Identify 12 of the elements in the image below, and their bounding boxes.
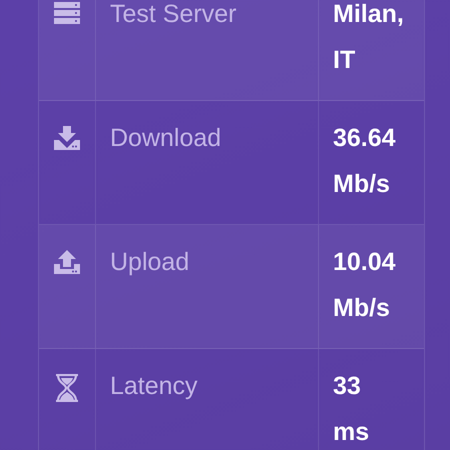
metric-label: Download [110, 124, 222, 152]
metric-label: Upload [110, 248, 190, 276]
download-icon [54, 126, 80, 150]
metric-label: Test Server [110, 0, 236, 28]
server-icon [54, 2, 80, 24]
metric-label: Latency [110, 372, 198, 400]
metric-value: 33 ms [333, 371, 370, 448]
metric-value: 10.04 Mb/s [333, 247, 396, 324]
metric-value: Milan, IT [333, 0, 404, 76]
upload-icon [54, 250, 80, 274]
hourglass-icon [55, 374, 79, 402]
metric-value: 36.64 Mb/s [333, 123, 396, 200]
